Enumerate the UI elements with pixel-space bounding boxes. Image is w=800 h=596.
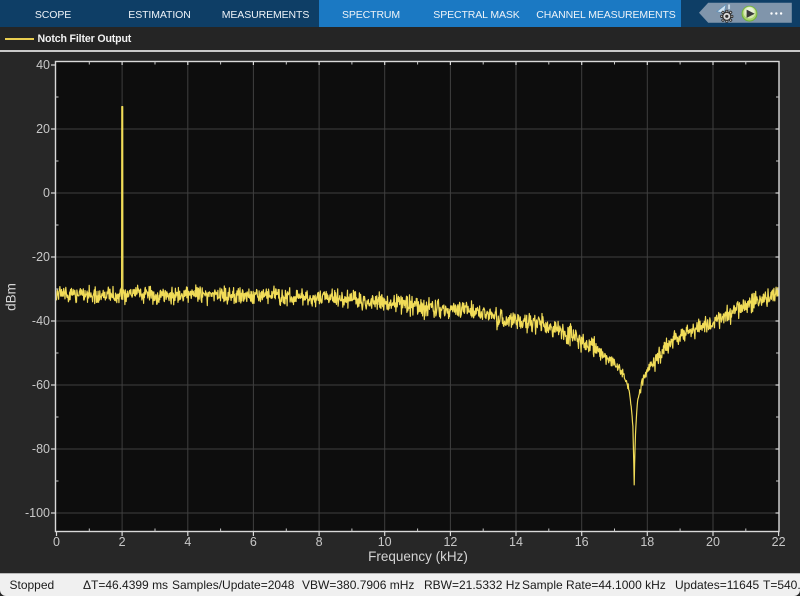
- svg-text:-20: -20: [32, 250, 50, 264]
- svg-text:2: 2: [119, 535, 126, 549]
- svg-text:20: 20: [36, 122, 50, 136]
- svg-text:-40: -40: [32, 314, 50, 328]
- svg-text:10: 10: [378, 535, 392, 549]
- svg-text:dBm: dBm: [4, 283, 19, 311]
- svg-text:20: 20: [706, 535, 720, 549]
- svg-text:-60: -60: [32, 378, 50, 392]
- svg-text:18: 18: [640, 535, 654, 549]
- svg-text:Frequency (kHz): Frequency (kHz): [368, 549, 468, 564]
- svg-text:4: 4: [184, 535, 191, 549]
- svg-text:-100: -100: [25, 506, 50, 520]
- svg-text:40: 40: [36, 58, 50, 72]
- svg-text:14: 14: [509, 535, 523, 549]
- svg-text:-80: -80: [32, 442, 50, 456]
- svg-text:22: 22: [772, 535, 786, 549]
- svg-text:8: 8: [316, 535, 323, 549]
- svg-text:0: 0: [43, 186, 50, 200]
- svg-text:6: 6: [250, 535, 257, 549]
- svg-text:12: 12: [443, 535, 457, 549]
- svg-text:16: 16: [575, 535, 589, 549]
- svg-text:0: 0: [53, 535, 60, 549]
